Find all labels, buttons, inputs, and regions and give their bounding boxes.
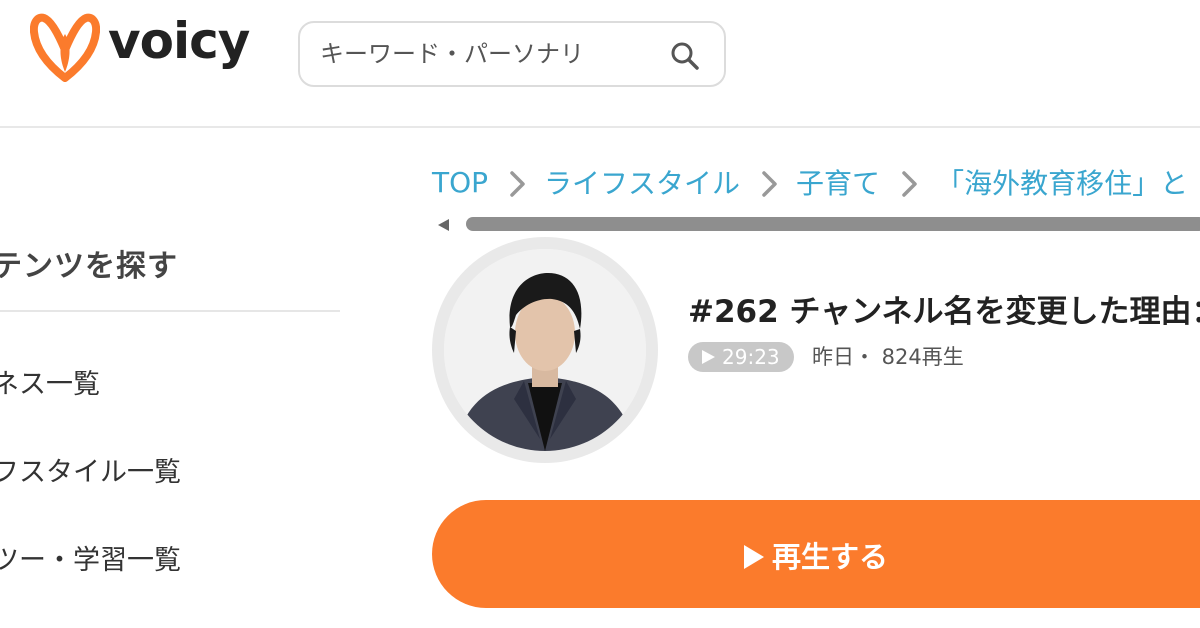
avatar-photo xyxy=(444,249,646,451)
sidebar-item-lifestyle[interactable]: フスタイル一覧 xyxy=(0,450,181,489)
scroll-left-icon[interactable] xyxy=(436,217,450,236)
play-button-content: 再生する xyxy=(432,534,1200,576)
search-icon[interactable] xyxy=(670,41,700,75)
site-header: voicy xyxy=(0,0,1200,128)
episode-meta: 昨日・ 824再生 xyxy=(812,345,964,369)
chevron-right-icon xyxy=(900,168,920,197)
play-icon xyxy=(743,545,764,569)
sidebar: テンツを探す ネス一覧 フスタイル一覧 ツー・学習一覧 xyxy=(0,128,345,628)
sidebar-title: テンツを探す xyxy=(0,249,178,284)
breadcrumb-top[interactable]: TOP xyxy=(432,166,488,199)
play-icon xyxy=(702,350,715,364)
play-button-label: 再生する xyxy=(771,540,888,574)
episode-title[interactable]: #262 チャンネル名を変更した理由： xyxy=(688,286,1200,331)
scrollbar-thumb[interactable] xyxy=(466,217,1200,231)
breadcrumb-channel[interactable]: 「海外教育移住」と xyxy=(936,162,1188,202)
sidebar-divider xyxy=(0,310,340,312)
play-button[interactable]: 再生する xyxy=(432,500,1200,608)
duration-text: 29:23 xyxy=(722,345,780,369)
personality-avatar[interactable] xyxy=(432,237,658,463)
breadcrumb-parenting[interactable]: 子育て xyxy=(796,162,880,202)
breadcrumb: TOP ライフスタイル 子育て 「海外教育移住」と xyxy=(432,160,1188,204)
chevron-right-icon xyxy=(760,168,780,197)
logo-wordmark: voicy xyxy=(108,12,250,70)
breadcrumb-scrollbar[interactable] xyxy=(436,212,1200,236)
sidebar-item-business[interactable]: ネス一覧 xyxy=(0,362,100,401)
breadcrumb-lifestyle[interactable]: ライフスタイル xyxy=(544,162,740,202)
sidebar-item-hobby-learning[interactable]: ツー・学習一覧 xyxy=(0,538,181,577)
search-input[interactable] xyxy=(320,37,640,71)
voicy-logo-icon xyxy=(30,13,100,82)
duration-badge: 29:23 xyxy=(688,342,794,372)
search-box[interactable] xyxy=(298,21,726,87)
chevron-right-icon xyxy=(508,168,528,197)
voicy-logo[interactable]: voicy xyxy=(30,12,250,82)
